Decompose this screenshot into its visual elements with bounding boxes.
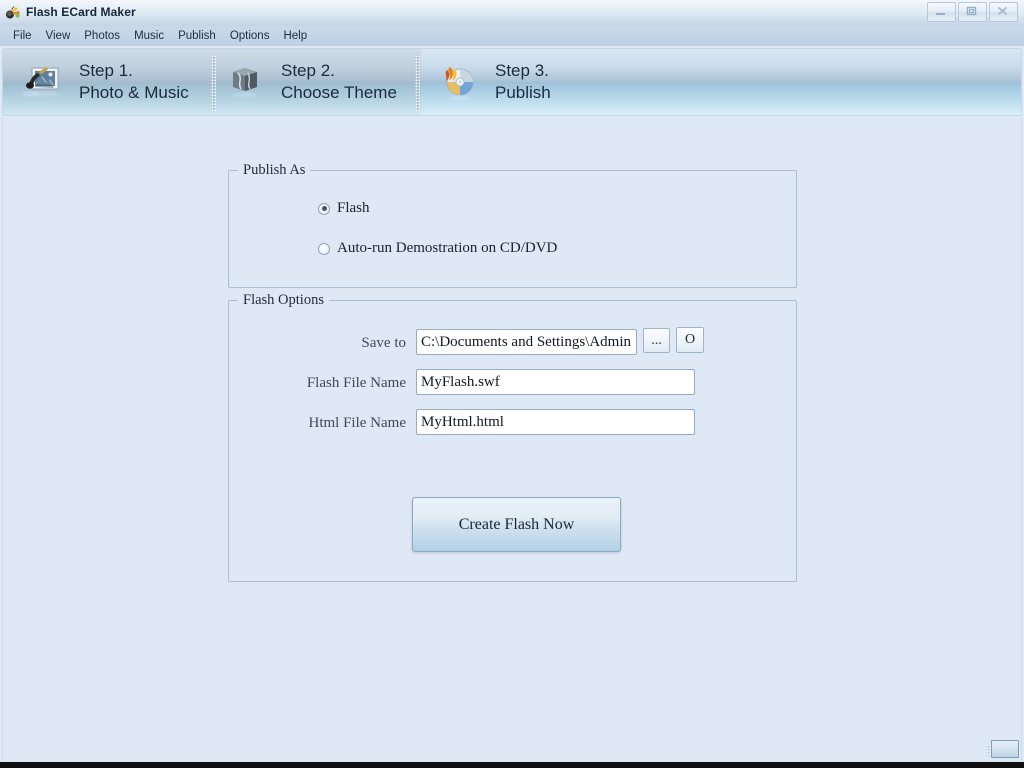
radio-autorun-indicator[interactable]: [318, 242, 330, 255]
step-navigation-bar: Step 1. Photo & Music Step 2. Choose The…: [2, 48, 1022, 116]
open-folder-button[interactable]: O: [676, 327, 704, 353]
close-button[interactable]: [989, 2, 1018, 22]
html-file-name-input[interactable]: MyHtml.html: [416, 409, 695, 435]
radio-autorun-label: Auto-run Demostration on CD/DVD: [337, 240, 558, 256]
menu-item-music[interactable]: Music: [127, 27, 171, 45]
step-1-photo-music[interactable]: Step 1. Photo & Music: [22, 49, 189, 115]
step-3-publish[interactable]: Step 3. Publish: [439, 49, 551, 115]
title-bar: Flash ECard Maker: [0, 0, 1024, 27]
menu-item-options[interactable]: Options: [223, 27, 277, 45]
window-title: Flash ECard Maker: [26, 5, 136, 19]
step-1-title: Photo & Music: [79, 83, 189, 102]
radio-flash-label: Flash: [337, 200, 370, 216]
radio-flash-indicator[interactable]: [318, 202, 330, 215]
publish-as-groupbox: Publish As Flash Auto-run Demostration o…: [228, 162, 797, 288]
status-corner-widget[interactable]: [991, 740, 1019, 758]
create-flash-now-button[interactable]: Create Flash Now: [412, 497, 621, 552]
menu-bar: File View Photos Music Publish Options H…: [0, 26, 1024, 46]
flash-file-name-input[interactable]: MyFlash.swf: [416, 369, 695, 395]
step-2-number: Step 2.: [281, 61, 335, 80]
menu-item-photos[interactable]: Photos: [77, 27, 127, 45]
menu-item-publish[interactable]: Publish: [171, 27, 223, 45]
step-separator-2: [415, 55, 420, 111]
step-3-title: Publish: [495, 83, 551, 102]
step-3-number: Step 3.: [495, 61, 549, 80]
maximize-button[interactable]: [958, 2, 987, 22]
step-2-label: Step 2. Choose Theme: [281, 60, 397, 104]
flash-file-name-label: Flash File Name: [306, 375, 406, 391]
step-1-number: Step 1.: [79, 61, 133, 80]
menu-item-file[interactable]: File: [6, 27, 39, 45]
application-window: Flash ECard Maker File View Photos Music…: [0, 0, 1024, 768]
theme-cube-icon: [225, 60, 269, 104]
step-1-label: Step 1. Photo & Music: [79, 60, 189, 104]
step-2-title: Choose Theme: [281, 83, 397, 102]
burn-disc-icon: [439, 60, 483, 104]
photo-music-icon: [22, 60, 67, 104]
html-file-name-label: Html File Name: [308, 415, 407, 431]
menu-item-view[interactable]: View: [39, 27, 78, 45]
step-3-label: Step 3. Publish: [495, 60, 551, 104]
publish-as-legend: Publish As: [238, 162, 311, 179]
save-to-label: Save to: [361, 335, 406, 351]
window-bottom-edge: [0, 762, 1024, 768]
step-2-choose-theme[interactable]: Step 2. Choose Theme: [225, 49, 397, 115]
content-area: Publish As Flash Auto-run Demostration o…: [2, 117, 1022, 764]
app-icon: [5, 5, 21, 21]
browse-folder-button[interactable]: ...: [643, 328, 670, 353]
save-to-input[interactable]: C:\Documents and Settings\Admin: [416, 329, 637, 355]
minimize-button[interactable]: [927, 2, 956, 22]
step-separator-1: [211, 55, 216, 111]
radio-option-autorun[interactable]: Auto-run Demostration on CD/DVD: [318, 240, 557, 257]
flash-options-legend: Flash Options: [238, 292, 329, 309]
radio-option-flash[interactable]: Flash: [318, 200, 370, 217]
menu-item-help[interactable]: Help: [276, 27, 314, 45]
window-controls: [927, 2, 1018, 22]
